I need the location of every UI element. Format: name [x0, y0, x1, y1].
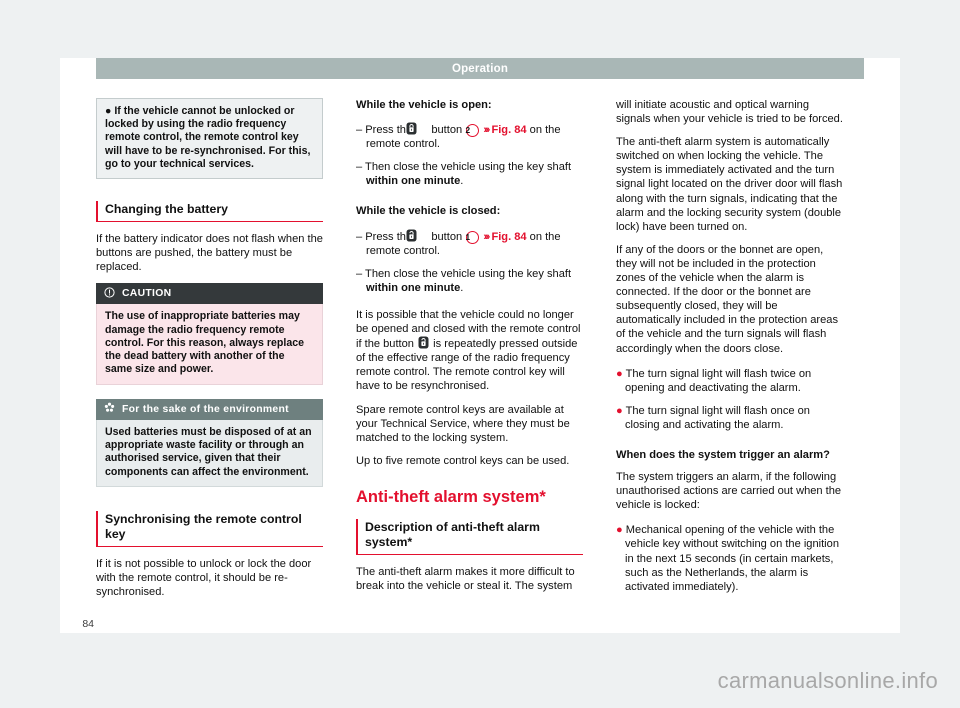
- list-item-flash-once: ● The turn signal light will flash once …: [616, 404, 843, 432]
- step-open-close-post: .: [460, 175, 464, 188]
- key-unlock-button-icon: [406, 229, 427, 242]
- paragraph-anti-theft-description: The anti-theft alarm makes it more diffi…: [356, 565, 575, 592]
- red-bullet-icon-3: ●: [616, 524, 623, 537]
- column-middle: While the vehicle is open: – Press the b…: [356, 98, 583, 628]
- heading-vehicle-closed: While the vehicle is closed:: [356, 205, 501, 218]
- watermark: carmanualsonline.info: [717, 668, 938, 693]
- step-open-close-vehicle: – Then close the vehicle using the key s…: [356, 160, 583, 188]
- paragraph-warning-signals: will initiate acoustic and optical warni…: [616, 99, 843, 126]
- heading-when-trigger-alarm: When does the system trigger an alarm?: [616, 448, 830, 461]
- paragraph-doors-bonnet: If any of the doors or the bonnet are op…: [616, 243, 839, 355]
- cross-reference-fig-84[interactable]: Fig. 84: [491, 124, 526, 136]
- page-columns: ● If the vehicle cannot be unlocked or l…: [96, 98, 874, 628]
- environment-panel: For the sake of the environment Used bat…: [96, 398, 323, 487]
- note-text: If the vehicle cannot be unlocked or loc…: [105, 105, 311, 170]
- step-closed-press-button: – Press the button 1 ››› Fig. 84 on the …: [356, 229, 583, 258]
- paragraph-spare-keys: Spare remote control keys are available …: [356, 403, 570, 444]
- flower-environment-icon: [104, 402, 115, 416]
- step-open-close-bold: within one minute: [366, 175, 461, 188]
- paragraph-auto-switch-on: The anti-theft alarm system is automatic…: [616, 136, 843, 233]
- list-item-flash-twice: ● The turn signal light will flash twice…: [616, 367, 843, 395]
- caution-panel-body: The use of inappropriate batteries may d…: [96, 304, 323, 385]
- paragraph-battery-indicator: If the battery indicator does not flash …: [96, 233, 323, 274]
- column-right: will initiate acoustic and optical warni…: [616, 98, 843, 628]
- step-open-press-mid: button: [431, 124, 463, 137]
- list-item-flash-once-label: The turn signal light will flash once on…: [625, 404, 810, 431]
- step-open-press-prefix: – Press the: [356, 124, 413, 137]
- key-lock-button-icon: [406, 122, 427, 135]
- caution-panel: CAUTION The use of inappropriate batteri…: [96, 283, 323, 385]
- caution-panel-title: CAUTION: [122, 288, 172, 300]
- running-head-label: Operation: [451, 62, 509, 75]
- chevron-reference-icon-2: ›››: [483, 230, 490, 243]
- paragraph-synchronising: If it is not possible to unlock or lock …: [96, 557, 312, 599]
- heading-description-anti-theft: Description of anti-theft alarm system*: [356, 518, 583, 555]
- key-unlock-button-icon-inline: [418, 336, 429, 349]
- heading-vehicle-open: While the vehicle is open:: [356, 99, 492, 111]
- heading-changing-the-battery: Changing the battery: [96, 201, 323, 223]
- environment-panel-body: Used batteries must be disposed of at an…: [96, 419, 323, 487]
- environment-panel-header: For the sake of the environment: [96, 398, 323, 420]
- page-number: 84: [82, 618, 94, 630]
- note-box: ● If the vehicle cannot be unlocked or l…: [96, 98, 323, 180]
- list-item-mechanical-opening: ● Mechanical opening of the vehicle with…: [616, 523, 843, 593]
- reference-number-1: 1: [465, 230, 480, 244]
- paragraph-five-keys: Up to five remote control keys can be us…: [356, 454, 570, 467]
- column-left: ● If the vehicle cannot be unlocked or l…: [96, 98, 323, 628]
- heading-synchronising-remote-key: Synchronising the remote control key: [96, 510, 323, 547]
- heading-synchronising-remote-key-label: Synchronising the remote control key: [105, 511, 302, 541]
- heading-description-anti-theft-label: Description of anti-theft alarm system*: [365, 519, 540, 549]
- step-closed-close-bold: within one minute: [366, 281, 461, 294]
- caution-panel-header: CAUTION: [96, 283, 323, 305]
- manual-page: Operation 84 ● If the vehicle cannot be …: [60, 58, 900, 633]
- heading-anti-theft-alarm-system: Anti-theft alarm system*: [356, 487, 546, 506]
- environment-panel-title: For the sake of the environment: [122, 403, 289, 415]
- cross-reference-fig-84-2[interactable]: Fig. 84: [491, 231, 526, 243]
- step-open-close-prefix: – Then close the vehicle using the key s…: [356, 161, 572, 174]
- step-open-press-button: – Press the button 2 ››› Fig. 84 on the …: [356, 122, 583, 151]
- step-closed-close-post: .: [460, 281, 464, 294]
- step-closed-close-vehicle: – Then close the vehicle using the key s…: [356, 267, 583, 295]
- paragraph-trigger-intro: The system triggers an alarm, if the fol…: [616, 471, 842, 512]
- heading-changing-the-battery-label: Changing the battery: [105, 202, 228, 217]
- step-closed-press-prefix: – Press the: [356, 230, 413, 243]
- list-item-flash-twice-label: The turn signal light will flash twice o…: [625, 367, 812, 394]
- warning-circle-icon: [104, 287, 115, 301]
- step-closed-press-mid: button: [431, 230, 463, 243]
- list-item-mechanical-opening-label: Mechanical opening of the vehicle with t…: [625, 524, 839, 593]
- red-bullet-icon-2: ●: [616, 404, 623, 417]
- reference-number-2: 2: [465, 124, 480, 138]
- chevron-reference-icon: ›››: [483, 124, 490, 137]
- step-closed-close-prefix: – Then close the vehicle using the key s…: [356, 267, 572, 280]
- note-bullet: ●: [105, 105, 112, 117]
- running-head: Operation: [96, 58, 864, 79]
- red-bullet-icon: ●: [616, 367, 623, 380]
- paragraph-repeated-press: It is possible that the vehicle could no…: [356, 308, 583, 394]
